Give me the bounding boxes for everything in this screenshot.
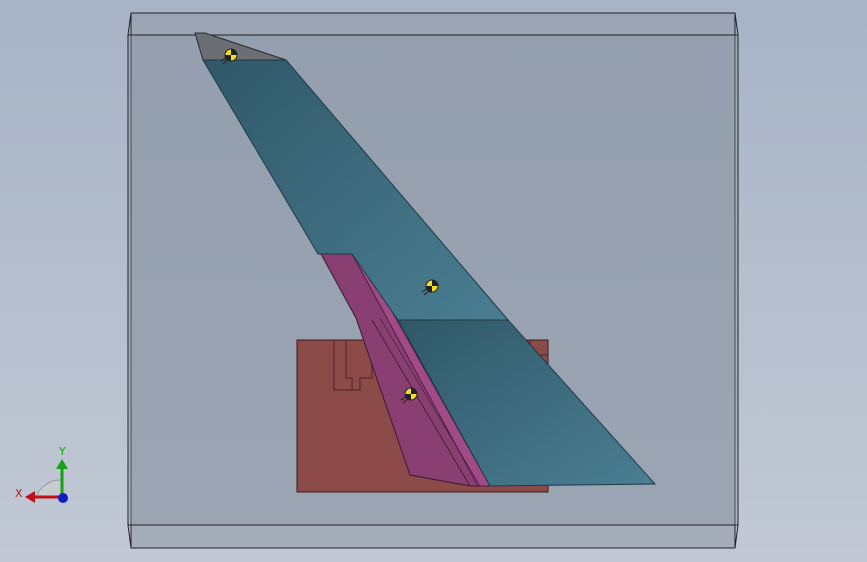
- cad-graphics-viewport[interactable]: Y X: [0, 0, 867, 562]
- coordinate-triad[interactable]: Y X: [15, 445, 68, 503]
- z-axis-dot: [58, 493, 68, 503]
- y-axis-label: Y: [58, 445, 66, 458]
- triad-plane-indicator: [35, 479, 63, 498]
- y-axis-arrowhead: [56, 459, 68, 469]
- model-view[interactable]: Y X: [0, 0, 867, 562]
- x-axis-arrowhead: [25, 491, 35, 503]
- x-axis-label: X: [15, 487, 23, 500]
